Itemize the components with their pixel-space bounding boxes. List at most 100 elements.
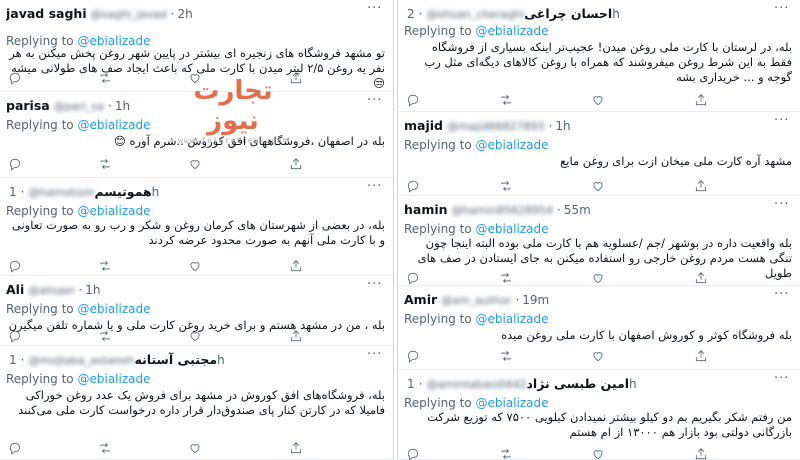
author-name[interactable]: هموتیسم xyxy=(94,184,151,199)
author-handle[interactable]: @mojtaba_astaneh xyxy=(28,354,134,367)
author-handle[interactable]: @alisaei xyxy=(28,284,74,297)
retweet-icon[interactable] xyxy=(98,70,114,84)
mention-link[interactable]: @ebializade xyxy=(77,372,150,386)
retweet-icon[interactable] xyxy=(98,328,114,342)
tweet-time[interactable]: 1h xyxy=(555,119,570,133)
retweet-icon[interactable] xyxy=(499,92,515,106)
retweet-icon[interactable] xyxy=(499,348,515,362)
reply-icon[interactable] xyxy=(406,348,422,363)
more-icon[interactable]: ··· xyxy=(367,2,381,15)
author-handle[interactable]: @pari_sa xyxy=(54,100,104,113)
author-name[interactable]: احسان چراغی xyxy=(524,6,612,21)
more-icon[interactable]: ··· xyxy=(774,372,788,385)
tweet[interactable]: هموتیسم@hamotism·1h ··· Replying to @ebial… xyxy=(0,178,393,276)
like-icon[interactable] xyxy=(591,270,607,284)
tweet[interactable]: احسان چراغی@ehsan_cheraghi·2h ··· Replying… xyxy=(398,0,800,112)
author-name[interactable]: Ali xyxy=(6,282,24,297)
tweet[interactable]: امین طبسی نژاد@amintabasi0442·1h ··· Reply… xyxy=(398,370,800,460)
share-icon[interactable] xyxy=(289,258,305,272)
reply-icon[interactable] xyxy=(8,258,24,273)
author-handle[interactable]: @majid66827893 xyxy=(447,120,545,133)
retweet-icon[interactable] xyxy=(499,270,515,284)
author-name[interactable]: hamin xyxy=(404,202,448,217)
tweet[interactable]: مجتبی آستانه@mojtaba_astaneh·1h ··· Replyi… xyxy=(0,346,393,460)
reply-icon[interactable] xyxy=(406,446,422,460)
reply-icon[interactable] xyxy=(8,156,24,171)
reply-icon[interactable] xyxy=(406,92,422,107)
mention-link[interactable]: @ebializade xyxy=(475,312,548,326)
author-name[interactable]: majid xyxy=(404,118,443,133)
tweet-time[interactable]: 19m xyxy=(522,293,549,307)
more-icon[interactable]: ··· xyxy=(367,278,381,291)
share-icon[interactable] xyxy=(289,440,305,454)
more-icon[interactable]: ··· xyxy=(367,94,381,107)
author-name[interactable]: Amir xyxy=(404,292,437,307)
tweet-actions xyxy=(0,328,393,343)
author-handle[interactable]: @hamotism xyxy=(28,186,94,199)
share-icon[interactable] xyxy=(694,178,710,192)
reply-icon[interactable] xyxy=(8,440,24,455)
more-icon[interactable]: ··· xyxy=(774,198,788,211)
author-name[interactable]: javad saghi xyxy=(6,6,87,21)
mention-link[interactable]: @ebializade xyxy=(475,222,548,236)
more-icon[interactable]: ··· xyxy=(367,348,381,361)
replying-to-label: Replying to xyxy=(6,302,74,316)
share-icon[interactable] xyxy=(694,92,710,106)
like-icon[interactable] xyxy=(188,440,204,454)
retweet-icon[interactable] xyxy=(499,178,515,192)
share-icon[interactable] xyxy=(289,328,305,342)
author-handle[interactable]: @am_author xyxy=(441,294,511,307)
reply-icon[interactable] xyxy=(8,328,24,343)
tweet-text: مشهد آره کارت ملی میخان ازت برای روغن ما… xyxy=(560,154,792,168)
mention-link[interactable]: @ebializade xyxy=(77,204,150,218)
replying-to-label: Replying to xyxy=(404,24,472,38)
tweet-time[interactable]: 1h xyxy=(85,283,100,297)
author-name[interactable]: parisa xyxy=(6,98,50,113)
author-handle[interactable]: @ehsan_cheraghi xyxy=(426,8,524,21)
author-handle[interactable]: @amintabasi0442 xyxy=(426,378,526,391)
replying-to-label: Replying to xyxy=(404,222,472,236)
mention-link[interactable]: @ebializade xyxy=(475,24,548,38)
tweet-time[interactable]: 1h xyxy=(115,99,130,113)
share-icon[interactable] xyxy=(289,70,305,84)
mention-link[interactable]: @ebializade xyxy=(77,302,150,316)
tweet-time[interactable]: 55m xyxy=(564,203,591,217)
tweet-time[interactable]: 2h xyxy=(177,7,192,21)
retweet-icon[interactable] xyxy=(98,258,114,272)
tweet[interactable]: hamin @hamin85628954 · 55m ··· Replying to @e… xyxy=(398,196,800,286)
tweet-actions xyxy=(398,178,800,193)
share-icon[interactable] xyxy=(694,446,710,460)
retweet-icon[interactable] xyxy=(98,156,114,170)
share-icon[interactable] xyxy=(289,156,305,170)
author-handle[interactable]: @hamin85628954 xyxy=(452,204,553,217)
tweet[interactable]: Ali @alisaei · 1h ··· Replying to @ebializade… xyxy=(0,276,393,346)
tweet[interactable]: Amir @am_author · 19m ··· Replying to @ebiali… xyxy=(398,286,800,370)
like-icon[interactable] xyxy=(188,328,204,342)
reply-icon[interactable] xyxy=(406,178,422,193)
author-name[interactable]: مجتبی آستانه xyxy=(134,352,217,367)
more-icon[interactable]: ··· xyxy=(774,114,788,127)
like-icon[interactable] xyxy=(188,258,204,272)
reply-icon[interactable] xyxy=(406,270,422,285)
like-icon[interactable] xyxy=(188,156,204,170)
like-icon[interactable] xyxy=(591,446,607,460)
more-icon[interactable]: ··· xyxy=(774,288,788,301)
author-name[interactable]: امین طبسی نژاد xyxy=(527,376,630,391)
more-icon[interactable]: ··· xyxy=(367,180,381,193)
author-handle[interactable]: @saghi_javad xyxy=(91,8,167,21)
like-icon[interactable] xyxy=(591,348,607,362)
retweet-icon[interactable] xyxy=(98,440,114,454)
share-icon[interactable] xyxy=(694,348,710,362)
like-icon[interactable] xyxy=(591,178,607,192)
mention-link[interactable]: @ebializade xyxy=(475,396,548,410)
more-icon[interactable]: ··· xyxy=(774,2,788,15)
reply-icon[interactable] xyxy=(8,70,24,85)
mention-link[interactable]: @ebializade xyxy=(475,138,548,152)
share-icon[interactable] xyxy=(694,270,710,284)
like-icon[interactable] xyxy=(591,92,607,106)
retweet-icon[interactable] xyxy=(499,446,515,460)
replying-to: Replying to @ebializade xyxy=(6,118,151,132)
tweet-actions xyxy=(398,270,800,285)
tweet[interactable]: majid @majid66827893 · 1h ··· Replying to @eb… xyxy=(398,112,800,196)
mention-link[interactable]: @ebializade xyxy=(77,118,150,132)
